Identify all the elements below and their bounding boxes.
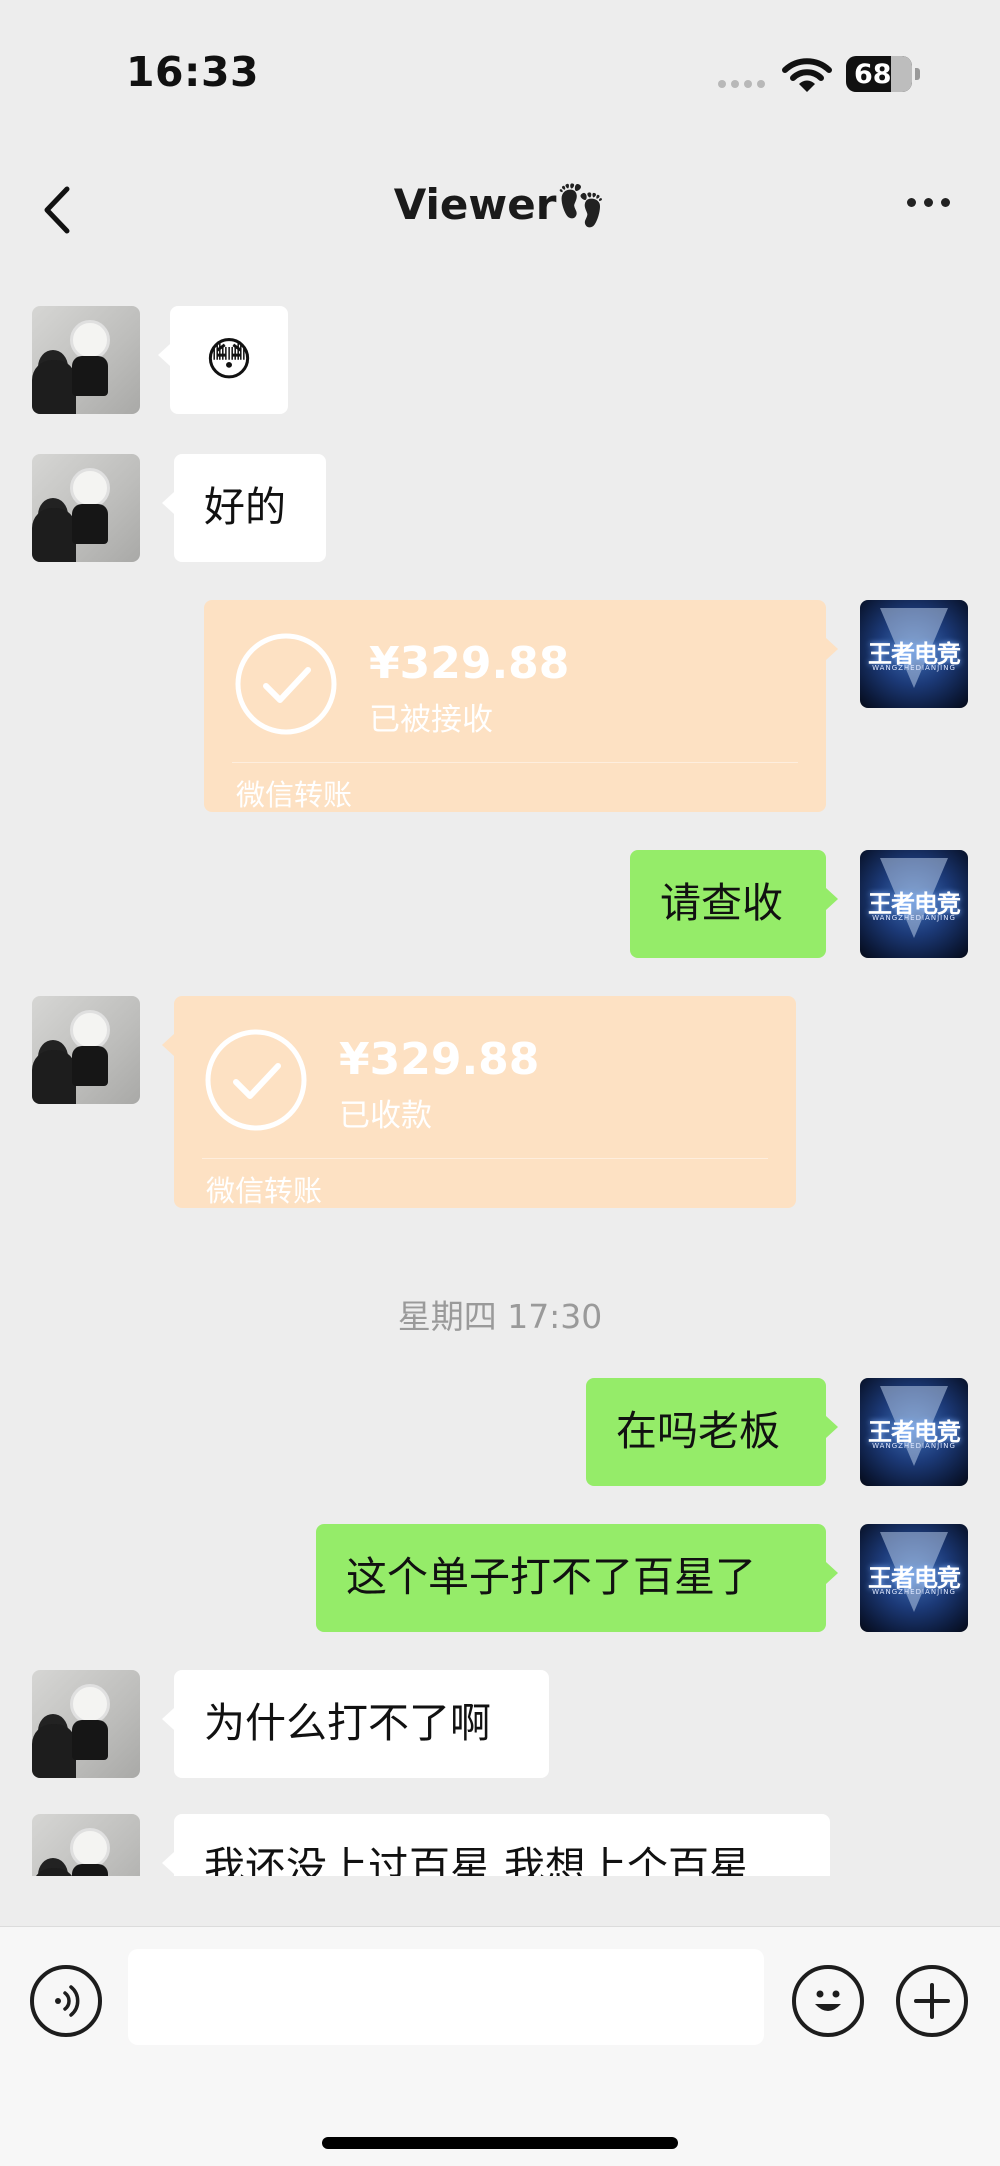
check-circle-icon xyxy=(205,1029,307,1131)
chat-title-text: Viewer xyxy=(393,180,557,229)
ellipsis-icon xyxy=(907,198,916,207)
transfer-status: 已收款 xyxy=(339,1098,432,1134)
emoji-button[interactable] xyxy=(792,1965,864,2037)
more-options-button[interactable] xyxy=(907,198,950,207)
signal-dots-icon xyxy=(718,80,765,88)
emoji-icon xyxy=(815,1990,841,2011)
self-avatar[interactable]: 王者电竞 WANGZHEDIANJING xyxy=(860,1378,968,1486)
avatar-logo-sub: WANGZHEDIANJING xyxy=(872,1442,956,1450)
contact-avatar[interactable] xyxy=(32,1814,140,1876)
message-timestamp: 星期四 17:30 xyxy=(397,1297,603,1336)
message-bubble[interactable]: 这个单子打不了百星了 xyxy=(316,1524,838,1632)
contact-avatar[interactable] xyxy=(32,306,140,414)
self-avatar[interactable]: 王者电竞 WANGZHEDIANJING xyxy=(860,600,968,708)
home-indicator[interactable] xyxy=(322,2137,678,2149)
message-bubble[interactable]: 为什么打不了啊 xyxy=(162,1670,549,1778)
message-bubble[interactable]: 好的 xyxy=(162,454,326,562)
self-avatar[interactable]: 王者电竞 WANGZHEDIANJING xyxy=(860,850,968,958)
plus-button[interactable] xyxy=(896,1965,968,2037)
voice-icon xyxy=(55,1985,80,2017)
chat-header: Viewer👣 xyxy=(0,150,1000,270)
wifi-icon xyxy=(782,58,832,92)
chat-message-list[interactable]: 😳 好的 王者电竞 WANGZHEDIANJING ¥329.88 已被接收 微信… xyxy=(0,290,1000,1876)
avatar-logo-sub: WANGZHEDIANJING xyxy=(872,664,956,672)
avatar-logo-sub: WANGZHEDIANJING xyxy=(872,914,956,922)
check-circle-icon xyxy=(235,633,337,735)
message-bubble[interactable]: 请查收 xyxy=(630,850,838,958)
transfer-label: 微信转账 xyxy=(206,1174,323,1208)
transfer-label: 微信转账 xyxy=(236,778,353,812)
battery-icon: 68 xyxy=(846,56,920,92)
transfer-amount: ¥329.88 xyxy=(339,1034,540,1085)
plus-icon xyxy=(914,1983,950,2019)
input-bar xyxy=(0,1926,1000,2166)
status-bar: 16:33 68 xyxy=(0,0,1000,140)
message-bubble[interactable]: 在吗老板 xyxy=(586,1378,838,1486)
footprints-icon: 👣 xyxy=(556,183,607,229)
transfer-divider xyxy=(202,1158,768,1159)
status-time: 16:33 xyxy=(126,48,260,96)
transfer-card[interactable]: ¥329.88 已被接收 微信转账 xyxy=(204,600,838,812)
self-avatar[interactable]: 王者电竞 WANGZHEDIANJING xyxy=(860,1524,968,1632)
contact-avatar[interactable] xyxy=(32,454,140,562)
message-bubble[interactable]: 我还没上过百星 我想上个百星 xyxy=(162,1814,830,1876)
chat-title: Viewer👣 xyxy=(0,180,1000,229)
transfer-divider xyxy=(232,762,798,763)
avatar-logo-sub: WANGZHEDIANJING xyxy=(872,1588,956,1596)
contact-avatar[interactable] xyxy=(32,1670,140,1778)
transfer-amount: ¥329.88 xyxy=(369,638,570,689)
voice-button[interactable] xyxy=(30,1965,102,2037)
battery-level: 68 xyxy=(854,58,892,90)
message-bubble[interactable]: 😳 xyxy=(158,306,288,414)
transfer-card[interactable]: ¥329.88 已收款 微信转账 xyxy=(162,996,796,1208)
message-input[interactable] xyxy=(128,1949,764,2045)
contact-avatar[interactable] xyxy=(32,996,140,1104)
transfer-status: 已被接收 xyxy=(369,702,493,738)
